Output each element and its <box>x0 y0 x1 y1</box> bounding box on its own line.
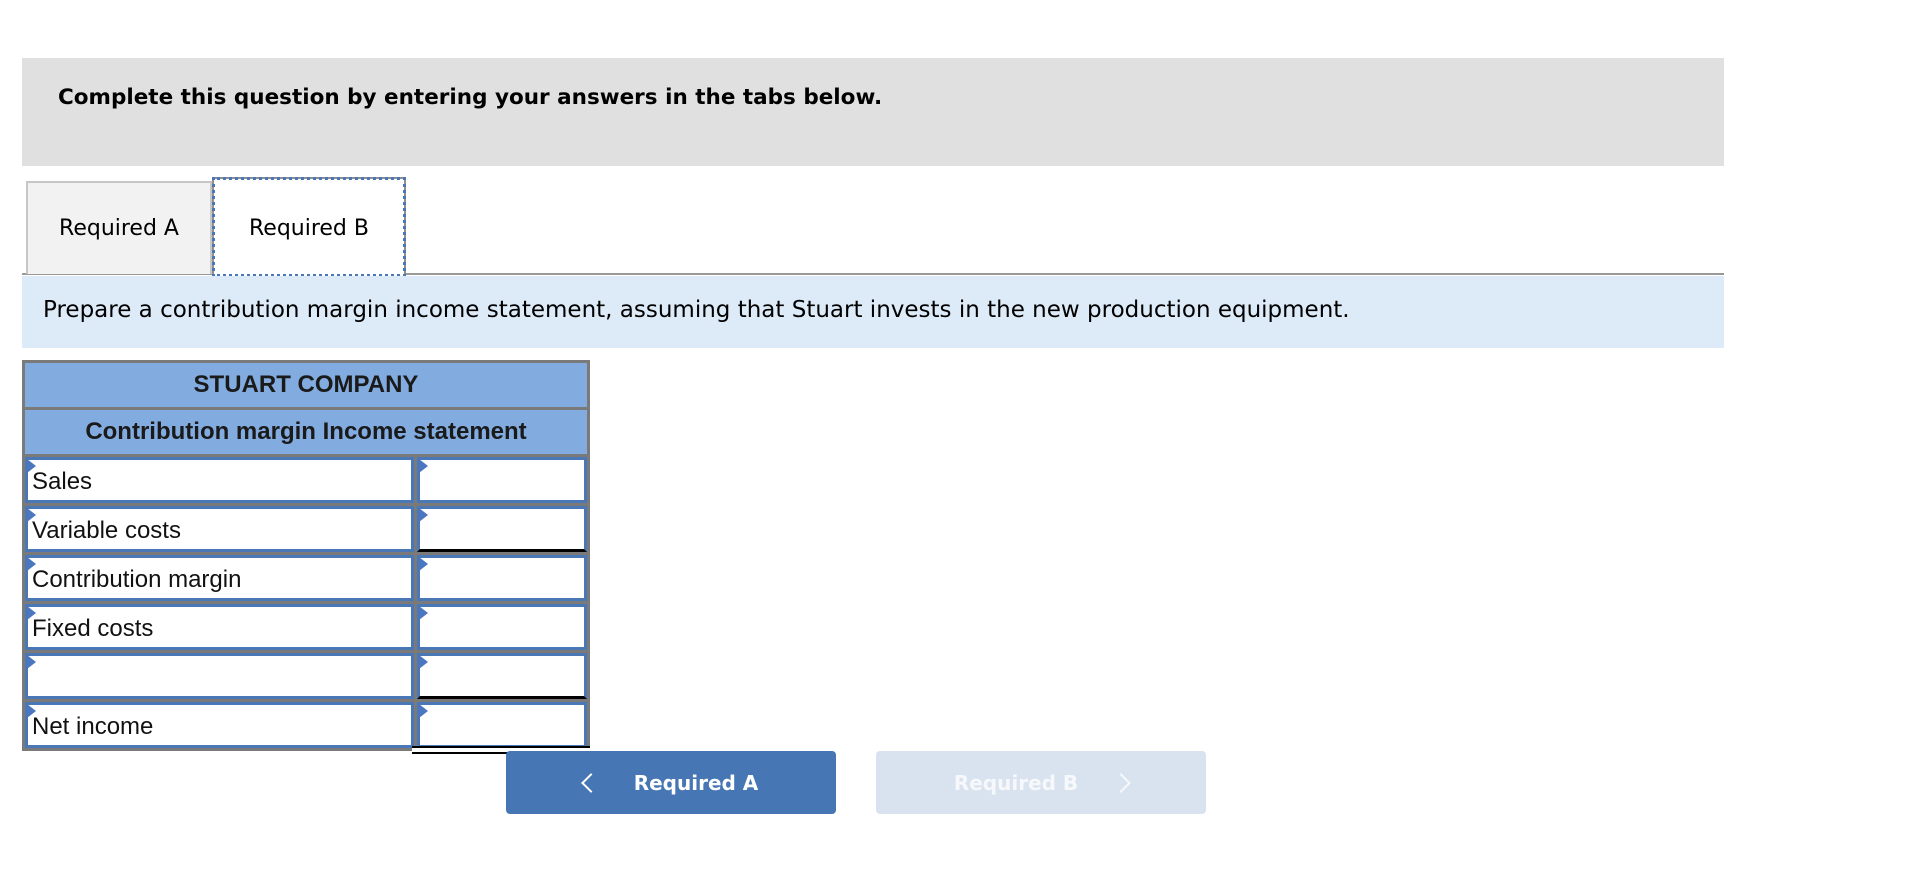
table-row-fixed-costs: Fixed costs <box>25 604 587 650</box>
row-label: Net income <box>32 713 154 740</box>
dropdown-marker-icon <box>27 508 36 522</box>
tab-bar: Required A Required B <box>22 177 1724 277</box>
statement-title-header: Contribution margin Income statement <box>25 410 587 457</box>
amount-input-cell[interactable] <box>417 653 587 699</box>
chevron-left-icon <box>580 772 601 793</box>
row-label-select[interactable]: Contribution margin <box>25 555 414 601</box>
dropdown-marker-icon <box>27 655 36 669</box>
instruction-text: Prepare a contribution margin income sta… <box>43 297 1350 323</box>
tab-required-a[interactable]: Required A <box>26 181 212 274</box>
dropdown-marker-icon <box>419 508 428 522</box>
table-row-blank <box>25 653 587 699</box>
row-label: Contribution margin <box>32 566 242 593</box>
variable-costs-amount-input[interactable] <box>420 509 584 549</box>
prev-button-label: Required A <box>633 770 759 795</box>
row-label-select[interactable]: Sales <box>25 457 414 503</box>
dropdown-marker-icon <box>419 606 428 620</box>
question-prompt-banner: Complete this question by entering your … <box>22 58 1724 166</box>
next-button-label: Required B <box>953 770 1079 795</box>
instruction-band: Prepare a contribution margin income sta… <box>22 276 1724 348</box>
table-row-variable-costs: Variable costs <box>25 506 587 552</box>
chevron-right-icon <box>1111 772 1132 793</box>
blank-row-amount-input[interactable] <box>420 656 584 696</box>
net-income-amount-input[interactable] <box>420 705 584 745</box>
row-label-select[interactable]: Net income <box>25 702 414 748</box>
previous-required-a-button[interactable]: Required A <box>506 751 836 814</box>
dropdown-marker-icon <box>27 606 36 620</box>
dropdown-marker-icon <box>419 655 428 669</box>
company-name-header: STUART COMPANY <box>25 363 587 410</box>
row-label-select[interactable] <box>25 653 414 699</box>
row-label: Sales <box>32 468 93 495</box>
amount-input-cell[interactable] <box>417 702 587 748</box>
amount-input-cell[interactable] <box>417 555 587 601</box>
amount-input-cell[interactable] <box>417 604 587 650</box>
table-row-net-income: Net income <box>25 702 590 754</box>
row-label-select[interactable]: Variable costs <box>25 506 414 552</box>
dropdown-marker-icon <box>27 459 36 473</box>
amount-input-cell[interactable] <box>417 457 587 503</box>
row-label-select[interactable]: Fixed costs <box>25 604 414 650</box>
dropdown-marker-icon <box>419 557 428 571</box>
table-row-sales: Sales <box>25 457 587 503</box>
fixed-costs-amount-input[interactable] <box>420 607 584 647</box>
dropdown-marker-icon <box>419 704 428 718</box>
dropdown-marker-icon <box>419 459 428 473</box>
next-required-b-button[interactable]: Required B <box>876 751 1206 814</box>
row-label: Fixed costs <box>32 615 154 642</box>
row-label: Variable costs <box>32 517 181 544</box>
amount-input-cell[interactable] <box>417 506 587 552</box>
contribution-margin-amount-input[interactable] <box>420 558 584 598</box>
income-statement-table: STUART COMPANY Contribution margin Incom… <box>22 360 590 754</box>
table-row-contribution-margin: Contribution margin <box>25 555 587 601</box>
dropdown-marker-icon <box>27 557 36 571</box>
dropdown-marker-icon <box>27 704 36 718</box>
sales-amount-input[interactable] <box>420 460 584 500</box>
prompt-text: Complete this question by entering your … <box>58 85 883 110</box>
tab-label: Required B <box>248 215 369 241</box>
tab-label: Required A <box>59 216 179 241</box>
tab-required-b[interactable]: Required B <box>212 177 406 277</box>
